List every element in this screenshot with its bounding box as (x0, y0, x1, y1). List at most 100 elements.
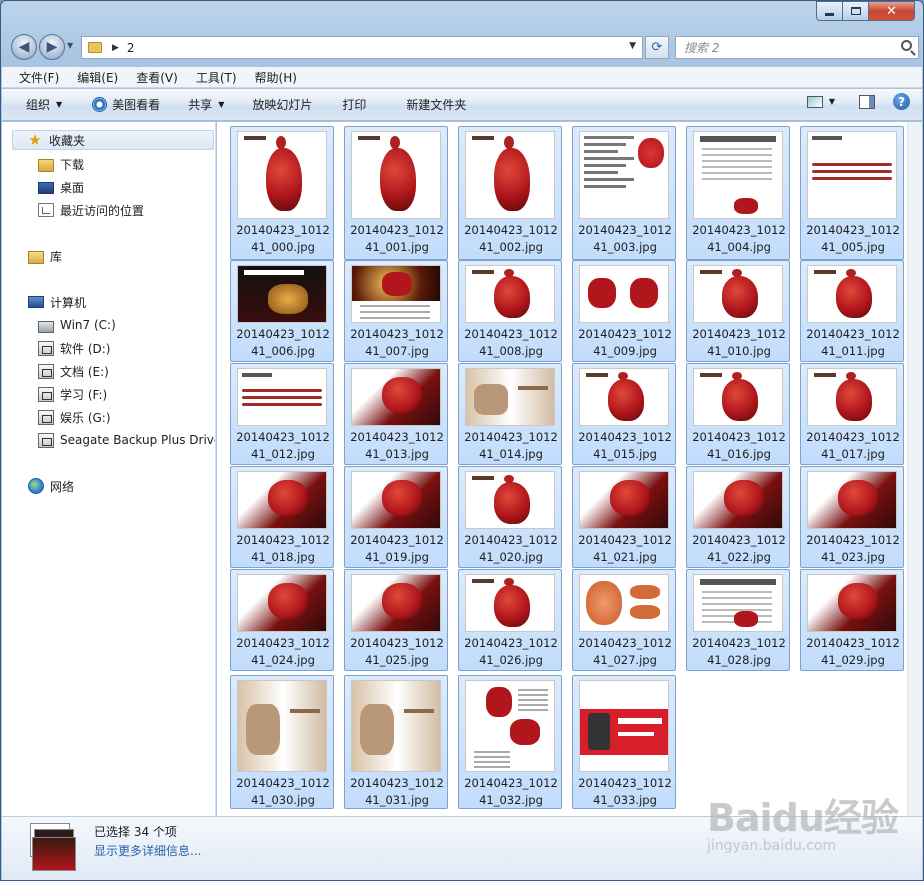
file-name-line1: 20140423_1012 (806, 223, 900, 237)
file-item[interactable]: 20140423_1012 41_019.jpg (344, 466, 448, 568)
new-folder-button[interactable]: 新建文件夹 (378, 93, 478, 117)
file-name-line1: 20140423_1012 (578, 776, 672, 790)
nav-drive-g[interactable]: 娱乐 (G:) (38, 407, 111, 427)
menu-tools[interactable]: 工具(T) (187, 69, 246, 86)
file-item[interactable]: 20140423_1012 41_026.jpg (458, 569, 562, 671)
drive-icon (38, 432, 54, 448)
file-item[interactable]: 20140423_1012 41_004.jpg (686, 126, 790, 260)
thumbnail-graphic (700, 579, 776, 585)
preview-pane-icon[interactable] (859, 94, 875, 109)
recent-pages-dropdown[interactable]: ▼ (67, 41, 73, 50)
forward-button[interactable]: ▶ (39, 34, 65, 60)
file-item[interactable]: 20140423_1012 41_016.jpg (686, 363, 790, 465)
file-item[interactable]: 20140423_1012 41_033.jpg (572, 675, 676, 809)
nav-desktop[interactable]: 桌面 (38, 177, 84, 197)
menu-edit[interactable]: 编辑(E) (68, 69, 127, 86)
share-button[interactable]: 共享 ▼ (172, 93, 236, 117)
file-name-line2: 41_001.jpg (365, 240, 429, 254)
thumbnail-graphic (702, 172, 772, 174)
thumbnail-graphic (276, 136, 286, 149)
thumbnail-graphic (242, 373, 272, 377)
show-more-details-link[interactable]: 显示更多详细信息... (94, 842, 201, 859)
file-item[interactable]: 20140423_1012 41_012.jpg (230, 363, 334, 465)
file-item[interactable]: 20140423_1012 41_025.jpg (344, 569, 448, 671)
nav-drive-c[interactable]: Win7 (C:) (38, 315, 116, 335)
thumbnail-graphic (504, 268, 514, 277)
close-button[interactable]: ✕ (869, 1, 915, 21)
breadcrumb-folder[interactable]: 2 (127, 41, 135, 55)
file-item[interactable]: 20140423_1012 41_017.jpg (800, 363, 904, 465)
file-item[interactable]: 20140423_1012 41_023.jpg (800, 466, 904, 568)
nav-drive-seagate[interactable]: Seagate Backup Plus Drive (38, 430, 215, 450)
file-item[interactable]: 20140423_1012 41_027.jpg (572, 569, 676, 671)
file-item[interactable]: 20140423_1012 41_001.jpg (344, 126, 448, 260)
file-name-line1: 20140423_1012 (350, 776, 444, 790)
nav-recent[interactable]: 最近访问的位置 (38, 200, 144, 220)
nav-drive-f[interactable]: 学习 (F:) (38, 384, 107, 404)
meitu-button[interactable]: 美图看看 (74, 93, 172, 117)
refresh-button[interactable]: ⟳ (645, 36, 669, 59)
file-item[interactable]: 20140423_1012 41_029.jpg (800, 569, 904, 671)
thumbnail-graphic (246, 704, 280, 755)
file-item[interactable]: 20140423_1012 41_006.jpg (230, 260, 334, 362)
file-item[interactable]: 20140423_1012 41_028.jpg (686, 569, 790, 671)
toolbar-right: ▼ ? (806, 93, 910, 110)
file-item[interactable]: 20140423_1012 41_005.jpg (800, 126, 904, 260)
nav-network[interactable]: 网络 (28, 476, 74, 496)
nav-drive-e[interactable]: 文档 (E:) (38, 361, 109, 381)
menu-view[interactable]: 查看(V) (127, 69, 187, 86)
nav-downloads[interactable]: 下载 (38, 154, 84, 174)
back-button[interactable]: ◀ (11, 34, 37, 60)
thumbnail-graphic (846, 268, 856, 277)
file-item[interactable]: 20140423_1012 41_003.jpg (572, 126, 676, 260)
file-thumbnail (237, 131, 327, 219)
file-item[interactable]: 20140423_1012 41_013.jpg (344, 363, 448, 465)
nav-computer[interactable]: 计算机 (28, 292, 86, 312)
maximize-button[interactable] (843, 1, 869, 21)
organize-button[interactable]: 组织 ▼ (2, 93, 74, 117)
breadcrumb-arrow-icon[interactable]: ▶ (112, 43, 119, 53)
nav-favorites[interactable]: ★ 收藏夹 (12, 130, 214, 150)
file-item[interactable]: 20140423_1012 41_008.jpg (458, 260, 562, 362)
file-item[interactable]: 20140423_1012 41_022.jpg (686, 466, 790, 568)
address-dropdown-icon[interactable]: ▼ (629, 41, 636, 51)
navigation-pane: ★ 收藏夹 下载 桌面 最近访问的位置 库 计算机 Win7 (C:) 软件 (D… (2, 122, 216, 816)
minimize-button[interactable] (816, 1, 843, 21)
nav-libraries[interactable]: 库 (28, 246, 62, 266)
file-item[interactable]: 20140423_1012 41_018.jpg (230, 466, 334, 568)
thumbnail-graphic (702, 603, 772, 605)
address-bar[interactable]: ▶ 2 ▼ (81, 36, 643, 59)
thumbnail-graphic (584, 164, 626, 167)
thumbnail-graphic (474, 761, 510, 763)
file-item[interactable]: 20140423_1012 41_014.jpg (458, 363, 562, 465)
file-item[interactable]: 20140423_1012 41_030.jpg (230, 675, 334, 809)
file-item[interactable]: 20140423_1012 41_021.jpg (572, 466, 676, 568)
file-name-line1: 20140423_1012 (806, 636, 900, 650)
menu-help[interactable]: 帮助(H) (246, 69, 306, 86)
file-item[interactable]: 20140423_1012 41_007.jpg (344, 260, 448, 362)
print-button[interactable]: 打印 (324, 93, 378, 117)
file-item[interactable]: 20140423_1012 41_020.jpg (458, 466, 562, 568)
search-input[interactable]: 搜索 2 (675, 36, 919, 59)
nav-drive-f-label: 学习 (F:) (60, 387, 108, 402)
file-item[interactable]: 20140423_1012 41_024.jpg (230, 569, 334, 671)
file-thumbnail (351, 368, 441, 426)
view-icon[interactable] (806, 95, 823, 108)
file-item[interactable]: 20140423_1012 41_015.jpg (572, 363, 676, 465)
menu-file[interactable]: 文件(F) (10, 69, 68, 86)
view-dropdown-icon[interactable]: ▼ (829, 97, 835, 106)
slideshow-button[interactable]: 放映幻灯片 (236, 93, 324, 117)
file-item[interactable]: 20140423_1012 41_011.jpg (800, 260, 904, 362)
search-icon[interactable] (901, 40, 912, 51)
nav-drive-d[interactable]: 软件 (D:) (38, 338, 110, 358)
file-thumbnail (807, 265, 897, 323)
file-item[interactable]: 20140423_1012 41_031.jpg (344, 675, 448, 809)
file-item[interactable]: 20140423_1012 41_032.jpg (458, 675, 562, 809)
file-item[interactable]: 20140423_1012 41_002.jpg (458, 126, 562, 260)
scrollbar[interactable] (907, 122, 922, 816)
help-icon[interactable]: ? (893, 93, 910, 110)
file-item[interactable]: 20140423_1012 41_009.jpg (572, 260, 676, 362)
file-item[interactable]: 20140423_1012 41_000.jpg (230, 126, 334, 260)
thumbnail-graphic (702, 160, 772, 162)
file-item[interactable]: 20140423_1012 41_010.jpg (686, 260, 790, 362)
